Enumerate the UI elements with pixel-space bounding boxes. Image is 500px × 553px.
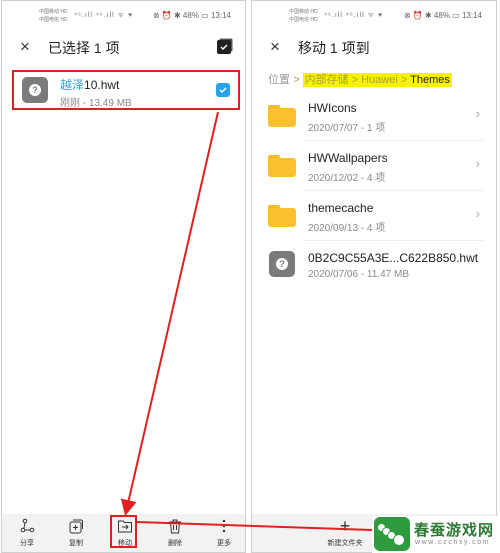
breadcrumb-separator: >: [400, 74, 408, 86]
breadcrumb-separator: >: [351, 74, 359, 86]
folder-icon: [268, 205, 296, 227]
chevron-right-icon: ›: [475, 206, 480, 221]
watermark: 春蚕游戏网 www.czchxy.com: [372, 516, 500, 553]
delete-icon: [160, 517, 190, 535]
status-bar: 中国移动 HD 中国电信 HD ⁴⁶.ıll ⁴⁶.ıll ᯤ ♥ ⊗ ⏰ ✱ …: [252, 7, 496, 25]
file-checkbox[interactable]: [216, 83, 230, 97]
battery-percent: 48%: [433, 11, 450, 20]
signal-icons: ⁴⁶.ıll ⁴⁶.ıll ᯤ ♥: [324, 12, 384, 19]
left-screen: 中国移动 HD 中国电信 HD ⁴⁶.ıll ⁴⁶.ıll ᯤ ♥ ⊗ ⏰ ✱ …: [1, 0, 246, 553]
unknown-file-icon: ?: [22, 77, 48, 103]
breadcrumb-separator: >: [293, 74, 300, 86]
breadcrumb-item-huawei[interactable]: Huawei: [361, 74, 398, 86]
status-bar: 中国移动 HD 中国电信 HD ⁴⁶.ıll ⁴⁶.ıll ᯤ ♥ ⊗ ⏰ ✱ …: [2, 7, 245, 25]
plus-icon: +: [339, 515, 351, 536]
close-icon[interactable]: ×: [270, 36, 280, 58]
share-button[interactable]: 分享: [12, 517, 42, 548]
carrier-1: 中国移动 HD: [39, 9, 68, 15]
folder-icon: [268, 155, 296, 177]
file-name: 越泽10.hwt: [60, 78, 120, 92]
file-row-hwt[interactable]: ? 0B2C9C55A3E...C622B850.hwt 2020/07/06 …: [252, 241, 496, 291]
selection-header: × 已选择 1 项: [2, 35, 245, 61]
chevron-right-icon: ›: [475, 156, 480, 171]
unknown-file-icon: ?: [269, 251, 295, 277]
breadcrumb-item-internal-storage[interactable]: 内部存储: [305, 74, 349, 86]
file-meta: 刚刚 - 13.49 MB: [60, 98, 132, 109]
watermark-logo-icon: [374, 517, 410, 551]
copy-icon: [61, 517, 91, 535]
folder-row-themecache[interactable]: themecache 2020/09/13 - 4 项 ›: [252, 191, 496, 241]
chevron-right-icon: ›: [475, 106, 480, 121]
select-all-icon[interactable]: [217, 40, 231, 54]
clock: 13:14: [461, 11, 482, 20]
signal-icons: ⁴⁶.ıll ⁴⁶.ıll ᯤ ♥: [74, 12, 134, 19]
folder-row-hwicons[interactable]: HWIcons 2020/07/07 - 1 项 ›: [252, 91, 496, 141]
breadcrumb-item-themes[interactable]: Themes: [410, 74, 450, 86]
folder-row-hwwallpapers[interactable]: HWWallpapers 2020/12/02 - 4 项 ›: [252, 141, 496, 191]
delete-button[interactable]: 删除: [160, 517, 190, 548]
new-folder-button[interactable]: + 新建文件夹: [322, 515, 368, 548]
battery-percent: 48%: [182, 11, 199, 20]
carrier-2: 中国电信 HD: [39, 17, 68, 23]
carrier-1: 中国移动 HD: [289, 9, 318, 15]
annotation-highlight-box: [110, 515, 137, 548]
battery-icon: ▭: [201, 11, 209, 20]
move-title: 移动 1 项到: [298, 40, 370, 56]
carrier-2: 中国电信 HD: [289, 17, 318, 23]
status-icons: ⊗ ⏰ ✱: [403, 11, 432, 20]
more-button[interactable]: 更多: [209, 517, 239, 548]
status-icons: ⊗ ⏰ ✱: [152, 11, 181, 20]
folder-icon: [268, 105, 296, 127]
selected-file-item[interactable]: ? 越泽10.hwt 刚刚 - 13.49 MB: [12, 70, 240, 110]
watermark-url: www.czchxy.com: [415, 539, 491, 546]
breadcrumb: 位置 > 内部存储 > Huawei > Themes: [268, 71, 452, 87]
more-icon: [209, 517, 239, 535]
clock: 13:14: [210, 11, 231, 20]
breadcrumb-root[interactable]: 位置: [268, 74, 290, 86]
selection-title: 已选择 1 项: [48, 40, 120, 56]
battery-icon: ▭: [452, 11, 460, 20]
close-icon[interactable]: ×: [20, 36, 30, 58]
right-screen: 中国移动 HD 中国电信 HD ⁴⁶.ıll ⁴⁶.ıll ᯤ ♥ ⊗ ⏰ ✱ …: [251, 0, 497, 553]
share-icon: [12, 517, 42, 535]
watermark-title: 春蚕游戏网: [414, 522, 495, 539]
copy-button[interactable]: 复制: [61, 517, 91, 548]
move-header: × 移动 1 项到: [252, 35, 496, 61]
